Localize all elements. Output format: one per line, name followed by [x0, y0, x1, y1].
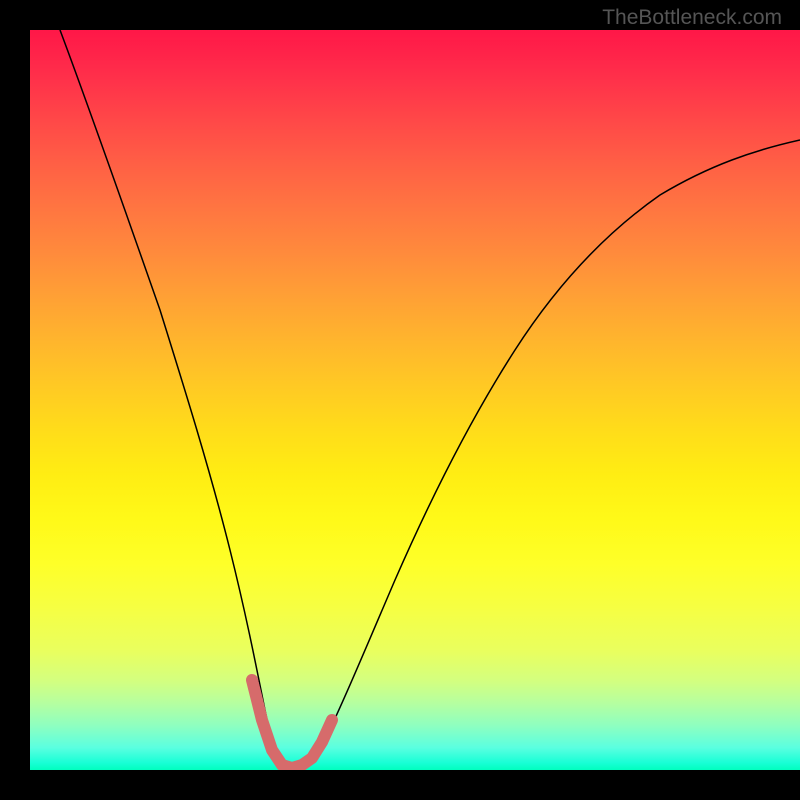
bottleneck-curve-line	[60, 30, 800, 770]
watermark-label: TheBottleneck.com	[602, 6, 782, 30]
plot-area	[30, 30, 800, 770]
chart-svg	[30, 30, 800, 770]
optimal-zone-highlight	[252, 680, 332, 768]
